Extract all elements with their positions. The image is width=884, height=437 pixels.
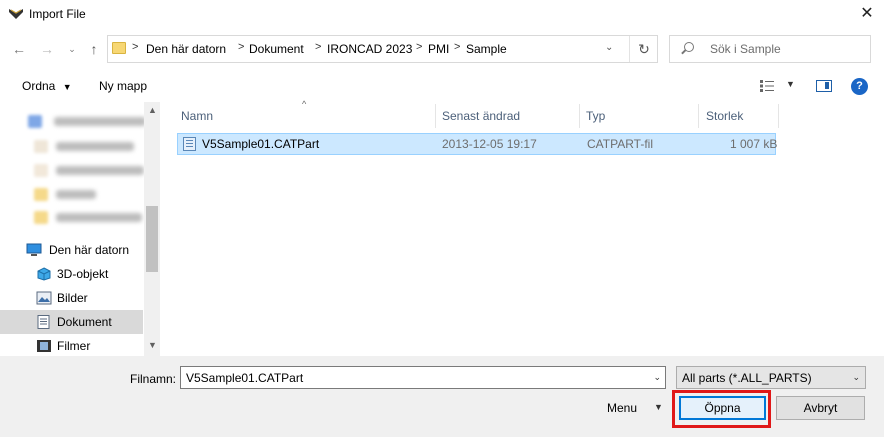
blurred-icon: [34, 211, 48, 224]
help-icon[interactable]: ?: [851, 78, 868, 95]
sidebar-item-label: 3D-objekt: [57, 267, 109, 281]
videos-icon: [37, 340, 51, 352]
file-row[interactable]: V5Sample01.CATPart 2013-12-05 19:17 CATP…: [177, 133, 778, 155]
sidebar-item-label: Filmer: [57, 339, 91, 353]
caret-down-icon: ▼: [62, 82, 72, 92]
chevron-right-icon[interactable]: >: [416, 41, 422, 53]
caret-down-icon[interactable]: ▼: [654, 402, 663, 412]
breadcrumb-documents[interactable]: Dokument: [249, 42, 304, 56]
blurred-icon: [34, 188, 48, 201]
chevron-down-icon[interactable]: ⌄: [605, 42, 613, 53]
sidebar-item-documents[interactable]: Dokument: [0, 310, 143, 334]
caret-down-icon[interactable]: ▼: [786, 79, 795, 89]
organize-label: Ordna: [22, 79, 56, 93]
column-header-modified[interactable]: Senast ändrad: [442, 109, 520, 123]
file-size: 1 007 kB: [730, 137, 778, 151]
catpart-file-icon: [183, 137, 196, 151]
navigation-pane: Den här datorn 3D-objekt Bilder Dokument…: [0, 102, 160, 356]
search-icon: [684, 42, 694, 52]
blurred-label: [56, 190, 96, 199]
column-divider[interactable]: [698, 104, 699, 128]
folder-icon: [112, 42, 126, 54]
blurred-label: [56, 142, 134, 151]
window-title: Import File: [29, 7, 86, 21]
filename-value: V5Sample01.CATPart: [186, 371, 304, 385]
forward-arrow-icon[interactable]: →: [38, 40, 56, 58]
blurred-label: [54, 117, 146, 126]
new-folder-button[interactable]: Ny mapp: [99, 79, 147, 93]
column-divider[interactable]: [778, 104, 779, 128]
refresh-icon[interactable]: ↻: [629, 36, 658, 62]
address-bar[interactable]: > Den här datorn > Dokument > IRONCAD 20…: [107, 35, 658, 63]
chevron-down-icon: ⌄: [852, 372, 860, 382]
preview-pane-icon[interactable]: [816, 80, 832, 92]
pictures-icon: [36, 291, 52, 305]
blurred-label: [56, 166, 144, 175]
scroll-down-icon[interactable]: ▼: [148, 340, 157, 350]
column-header-size[interactable]: Storlek: [706, 109, 743, 123]
ironcad-app-icon: [9, 9, 23, 19]
navigation-scrollbar[interactable]: ▲ ▼: [144, 102, 160, 356]
sidebar-item-pictures[interactable]: Bilder: [0, 286, 143, 310]
view-options-icon[interactable]: [760, 80, 774, 92]
search-placeholder: Sök i Sample: [710, 42, 781, 56]
up-arrow-icon[interactable]: ↑: [85, 40, 103, 58]
organize-button[interactable]: Ordna ▼: [22, 79, 72, 93]
scrollbar-thumb[interactable]: [146, 206, 158, 272]
sidebar-item-label: Dokument: [57, 315, 112, 329]
recent-locations-icon[interactable]: ⌄: [63, 40, 81, 58]
column-headers: ^ Namn Senast ändrad Typ Storlek: [176, 99, 884, 128]
file-modified: 2013-12-05 19:17: [442, 137, 537, 151]
file-type: CATPART-fil: [587, 137, 654, 151]
menu-button[interactable]: Menu: [607, 401, 637, 415]
file-type-filter[interactable]: All parts (*.ALL_PARTS) ⌄: [676, 366, 866, 389]
file-name: V5Sample01.CATPart: [202, 137, 320, 151]
filter-value: All parts (*.ALL_PARTS): [682, 371, 812, 385]
chevron-right-icon[interactable]: >: [454, 41, 460, 53]
3d-objects-icon: [37, 267, 51, 281]
sort-ascending-icon: ^: [302, 99, 307, 109]
breadcrumb-sample[interactable]: Sample: [466, 42, 507, 56]
scroll-up-icon[interactable]: ▲: [148, 105, 157, 115]
blurred-icon: [34, 140, 48, 153]
column-header-name[interactable]: Namn: [181, 109, 213, 123]
sidebar-item-label: Bilder: [57, 291, 88, 305]
blurred-icon: [34, 164, 48, 177]
breadcrumb-this-pc[interactable]: Den här datorn: [146, 42, 226, 56]
filename-field[interactable]: V5Sample01.CATPart ⌄: [180, 366, 666, 389]
sidebar-item-label: Den här datorn: [49, 243, 130, 257]
documents-icon: [37, 315, 50, 329]
breadcrumb-ironcad[interactable]: IRONCAD 2023: [327, 42, 412, 56]
open-button[interactable]: Öppna: [679, 396, 766, 420]
title-bar: Import File ✕: [0, 0, 884, 30]
sidebar-item-3d-objects[interactable]: 3D-objekt: [0, 262, 143, 286]
search-input[interactable]: Sök i Sample: [669, 35, 871, 63]
chevron-right-icon[interactable]: >: [238, 41, 244, 53]
chevron-right-icon[interactable]: >: [132, 41, 138, 53]
command-bar: Ordna ▼ Ny mapp: [0, 70, 884, 102]
close-icon[interactable]: ✕: [852, 2, 882, 26]
sidebar-item-this-pc[interactable]: Den här datorn: [0, 238, 143, 262]
filename-label: Filnamn:: [130, 372, 177, 386]
column-divider[interactable]: [435, 104, 436, 128]
back-arrow-icon[interactable]: ←: [10, 40, 28, 58]
column-header-type[interactable]: Typ: [586, 109, 605, 123]
column-divider[interactable]: [579, 104, 580, 128]
sidebar-item-videos[interactable]: Filmer: [0, 334, 143, 356]
cancel-button[interactable]: Avbryt: [776, 396, 865, 420]
chevron-down-icon[interactable]: ⌄: [653, 372, 661, 383]
breadcrumb-pmi[interactable]: PMI: [428, 42, 449, 56]
chevron-right-icon[interactable]: >: [315, 41, 321, 53]
blurred-icon: [28, 115, 42, 128]
footer-panel: Filnamn: V5Sample01.CATPart ⌄ All parts …: [0, 356, 884, 437]
computer-icon: [26, 243, 42, 256]
blurred-label: [56, 213, 142, 222]
